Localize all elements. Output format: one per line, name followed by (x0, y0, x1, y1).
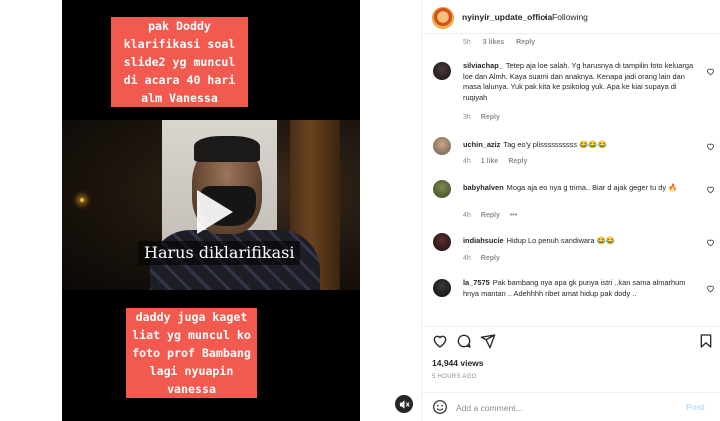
reply-button[interactable]: Reply (481, 114, 500, 121)
emoji-icon[interactable] (432, 399, 448, 415)
comment-time: 4h (463, 158, 471, 165)
comment-username[interactable]: silviachap_ (463, 61, 503, 70)
comment-username[interactable]: babyhalven (463, 183, 504, 192)
more-options-icon[interactable]: ••• (510, 212, 517, 219)
reply-button[interactable]: Reply (481, 255, 500, 262)
reply-button[interactable]: Reply (508, 158, 527, 165)
comment-time: 5h (463, 39, 471, 46)
caption-bottom: daddy juga kaget liat yg muncul ko foto … (126, 308, 257, 398)
add-comment-input[interactable] (456, 401, 676, 415)
video-subtitle: Harus diklarifikasi (138, 241, 301, 265)
avatar[interactable] (433, 233, 451, 251)
heart-icon[interactable] (706, 142, 715, 151)
speaker-muted-icon[interactable] (395, 395, 413, 413)
comment-text: Pak bambang nya apa gk punya istri ..kan… (463, 278, 686, 298)
comment-likes[interactable]: 3 likes (483, 39, 504, 46)
following-button[interactable]: Following (552, 12, 588, 22)
play-icon[interactable] (197, 190, 233, 234)
comment-username[interactable]: la_7575 (463, 278, 490, 287)
post-header: nyinyir_update_officia • Following (422, 0, 720, 34)
post-time: 5 HOURS AGO (432, 374, 477, 380)
avatar[interactable] (433, 137, 451, 155)
heart-icon[interactable] (706, 185, 715, 194)
separator: • (544, 12, 547, 22)
comment-username[interactable]: indiahsucie (463, 236, 504, 245)
share-icon[interactable] (480, 333, 496, 349)
avatar[interactable] (433, 62, 451, 80)
heart-icon[interactable] (432, 333, 448, 349)
avatar[interactable] (433, 180, 451, 198)
reply-button[interactable]: Reply (516, 39, 535, 46)
prev-comment-meta: 5h 3 likes Reply (463, 39, 545, 46)
reply-button[interactable]: Reply (481, 212, 500, 219)
comment-text: Moga aja eo nya g trima.. Biar d ajak ge… (506, 183, 678, 192)
caption-top: pak Doddy klarifikasi soal slide2 yg mun… (111, 17, 248, 107)
comments-list[interactable]: 5h 3 likes Reply silviachap_ Tetep aja lo… (422, 34, 720, 326)
heart-icon[interactable] (706, 67, 715, 76)
comment-username[interactable]: uchin_aziz (463, 140, 500, 149)
comment-text: Tag eo'y plissssssssss 😂😂😂 (503, 140, 607, 149)
comment-time: 3h (463, 114, 471, 121)
post-button[interactable]: Post (686, 402, 704, 412)
media-area: Harus diklarifikasi pak Doddy klarifikas… (0, 0, 421, 421)
comment-time: 4h (463, 255, 471, 262)
bookmark-icon[interactable] (698, 333, 714, 349)
comment-text: Hidup Lo penuh sandiwara 😂😂 (506, 236, 616, 245)
heart-icon[interactable] (706, 238, 715, 247)
comment-icon[interactable] (456, 333, 472, 349)
post-username[interactable]: nyinyir_update_officia (462, 12, 552, 22)
post-side-panel: nyinyir_update_officia • Following 5h 3 … (421, 0, 720, 421)
heart-icon[interactable] (706, 284, 715, 293)
comment-time: 4h (463, 212, 471, 219)
comment-likes[interactable]: 1 like (481, 158, 499, 165)
avatar[interactable] (433, 279, 451, 297)
views-count[interactable]: 14,944 views (432, 358, 484, 368)
avatar[interactable] (432, 7, 454, 29)
